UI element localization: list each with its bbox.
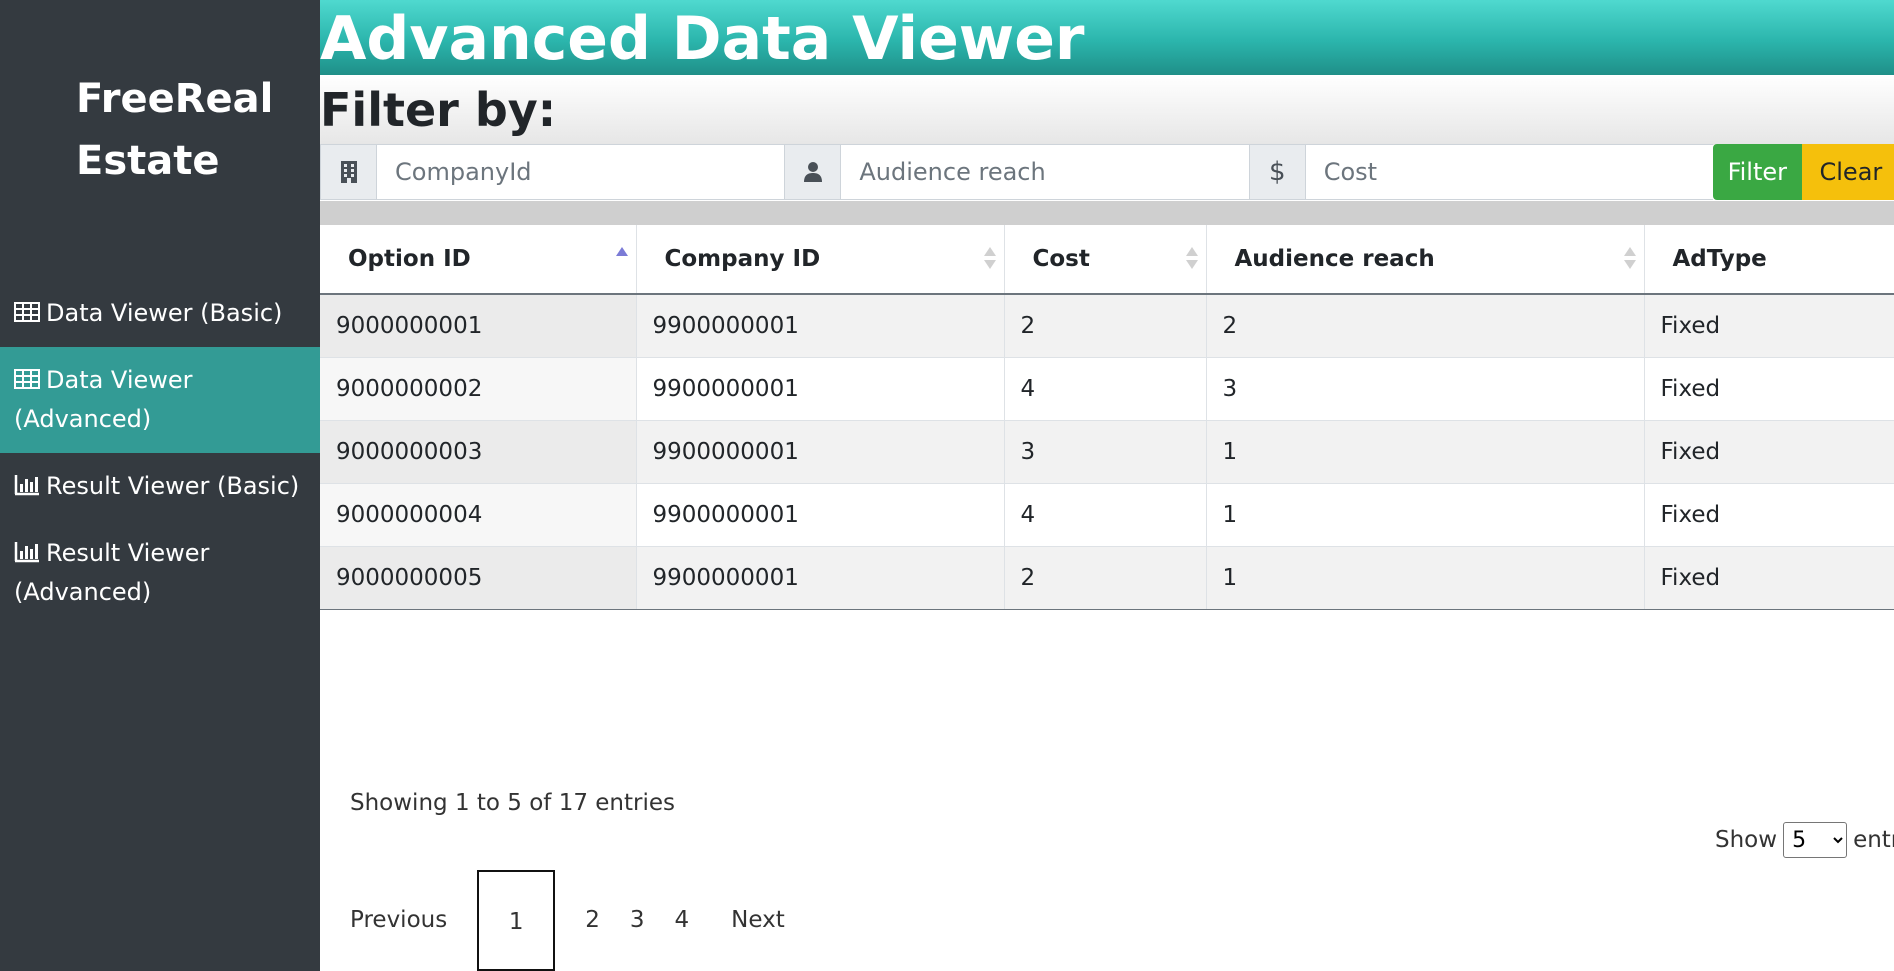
- table-top-band: [320, 201, 1894, 225]
- table-row[interactable]: 9000000005 9900000001 2 1 Fixed: [320, 546, 1894, 610]
- cell-cost: 3: [1004, 420, 1207, 484]
- page-length-control: Show 5 entries: [1715, 822, 1894, 858]
- sort-icon: [1623, 247, 1636, 271]
- column-header-audience-reach[interactable]: Audience reach: [1206, 225, 1645, 295]
- cell-adtype: Fixed: [1644, 483, 1894, 547]
- cell-audience-reach: 2: [1206, 294, 1645, 358]
- data-table: Option ID Company ID Cost Audience reach…: [320, 225, 1894, 610]
- cell-company-id: 9900000001: [636, 420, 1005, 484]
- cell-audience-reach: 3: [1206, 357, 1645, 421]
- page-button-4[interactable]: 4: [674, 870, 719, 971]
- cell-company-id: 9900000001: [636, 546, 1005, 610]
- dollar-icon: $: [1268, 157, 1286, 187]
- filter-button[interactable]: Filter: [1713, 144, 1802, 200]
- table-row[interactable]: 9000000001 9900000001 2 2 Fixed: [320, 294, 1894, 358]
- filter-bar: $ Filter Clear: [320, 144, 1894, 200]
- column-header-company-id[interactable]: Company ID: [636, 225, 1005, 295]
- sidebar-nav: Data Viewer (Basic) Data Viewer (Advance…: [0, 280, 320, 626]
- entries-label: entries: [1853, 827, 1894, 853]
- cell-adtype: Fixed: [1644, 357, 1894, 421]
- cell-audience-reach: 1: [1206, 483, 1645, 547]
- table-icon: [14, 369, 40, 389]
- column-header-cost[interactable]: Cost: [1004, 225, 1207, 295]
- next-page-button[interactable]: Next: [719, 870, 785, 971]
- sidebar-item-result-viewer-advanced[interactable]: Result Viewer (Advanced): [0, 520, 320, 626]
- cell-company-id: 9900000001: [636, 357, 1005, 421]
- pagination: Previous 1 2 3 4 Next: [350, 870, 785, 971]
- cell-option-id: 9000000002: [320, 357, 637, 421]
- cell-audience-reach: 1: [1206, 546, 1645, 610]
- show-label: Show: [1715, 827, 1778, 853]
- filter-heading: Filter by:: [320, 75, 1894, 145]
- company-id-input[interactable]: [377, 144, 785, 200]
- sidebar-item-label: Data Viewer (Basic): [46, 299, 283, 327]
- cell-adtype: Fixed: [1644, 294, 1894, 358]
- sidebar-item-label: Result Viewer (Advanced): [14, 539, 210, 606]
- page-title: Advanced Data Viewer: [320, 4, 1085, 74]
- table-row[interactable]: 9000000002 9900000001 4 3 Fixed: [320, 357, 1894, 421]
- sidebar: FreeReal Estate Data Viewer (Basic) Data…: [0, 0, 320, 971]
- cost-addon: $: [1248, 144, 1306, 200]
- page-length-select[interactable]: 5: [1783, 822, 1848, 858]
- brand-logo[interactable]: FreeReal Estate: [76, 68, 273, 192]
- sidebar-item-label: Result Viewer (Basic): [46, 472, 300, 500]
- cell-cost: 2: [1004, 294, 1207, 358]
- cell-adtype: Fixed: [1644, 420, 1894, 484]
- sidebar-item-result-viewer-basic[interactable]: Result Viewer (Basic): [0, 453, 320, 520]
- sort-ascending-icon: [615, 247, 628, 271]
- main-content: Advanced Data Viewer Filter by: $ Filter…: [320, 0, 1894, 971]
- cost-input[interactable]: [1305, 144, 1714, 200]
- cell-company-id: 9900000001: [636, 294, 1005, 358]
- cell-option-id: 9000000005: [320, 546, 637, 610]
- cell-option-id: 9000000004: [320, 483, 637, 547]
- page-header: Advanced Data Viewer: [320, 0, 1894, 75]
- cell-company-id: 9900000001: [636, 483, 1005, 547]
- cell-cost: 2: [1004, 546, 1207, 610]
- cell-cost: 4: [1004, 357, 1207, 421]
- previous-page-button[interactable]: Previous: [350, 870, 477, 971]
- page-button-2[interactable]: 2: [555, 870, 630, 971]
- clear-button[interactable]: Clear: [1801, 144, 1894, 200]
- sidebar-item-data-viewer-advanced[interactable]: Data Viewer (Advanced): [0, 347, 320, 453]
- cell-option-id: 9000000001: [320, 294, 637, 358]
- page-button-1[interactable]: 1: [477, 870, 556, 971]
- company-addon: [320, 144, 378, 200]
- table-icon: [14, 302, 40, 322]
- sidebar-item-label: Data Viewer (Advanced): [14, 366, 193, 433]
- cell-audience-reach: 1: [1206, 420, 1645, 484]
- audience-addon: [784, 144, 842, 200]
- table-info: Showing 1 to 5 of 17 entries: [350, 790, 676, 816]
- user-icon: [803, 162, 822, 182]
- building-icon: [340, 161, 357, 183]
- column-header-option-id[interactable]: Option ID: [320, 225, 637, 295]
- audience-reach-input[interactable]: [841, 144, 1249, 200]
- bar-chart-icon: [14, 475, 39, 496]
- sort-icon: [983, 247, 996, 271]
- cell-option-id: 9000000003: [320, 420, 637, 484]
- column-header-adtype[interactable]: AdType: [1644, 225, 1894, 295]
- bar-chart-icon: [14, 542, 39, 563]
- cell-cost: 4: [1004, 483, 1207, 547]
- table-row[interactable]: 9000000004 9900000001 4 1 Fixed: [320, 483, 1894, 547]
- sort-icon: [1185, 247, 1198, 271]
- sidebar-item-data-viewer-basic[interactable]: Data Viewer (Basic): [0, 280, 320, 347]
- page-button-3[interactable]: 3: [630, 870, 675, 971]
- table-row[interactable]: 9000000003 9900000001 3 1 Fixed: [320, 420, 1894, 484]
- brand-line-2: Estate: [76, 138, 220, 184]
- brand-line-1: FreeReal: [76, 76, 274, 122]
- cell-adtype: Fixed: [1644, 546, 1894, 610]
- table-header-row: Option ID Company ID Cost Audience reach…: [320, 225, 1894, 295]
